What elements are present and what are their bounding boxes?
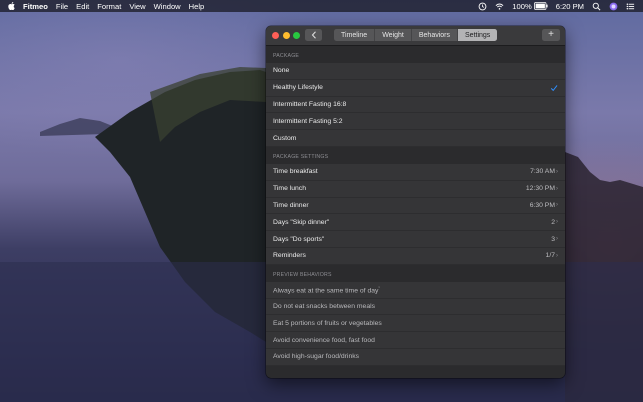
setting-days-skip-dinner[interactable]: Days "Skip dinner" 2 › bbox=[266, 214, 565, 232]
behavior-label: Avoid high-sugar food/drinks bbox=[273, 353, 360, 361]
minimize-button[interactable] bbox=[282, 32, 290, 39]
setting-label: Time lunch bbox=[273, 185, 306, 193]
close-button[interactable] bbox=[272, 32, 279, 39]
tab-weight[interactable]: Weight bbox=[375, 29, 412, 41]
battery-icon[interactable] bbox=[533, 2, 548, 10]
behavior-item: Always eat at the same time of day¹ bbox=[266, 281, 565, 299]
apple-logo-icon[interactable] bbox=[8, 2, 15, 10]
tab-behaviors[interactable]: Behaviors bbox=[412, 29, 459, 41]
package-option-label: Custom bbox=[273, 134, 297, 142]
add-button[interactable]: + bbox=[542, 29, 560, 41]
window-titlebar[interactable]: Timeline Weight Behaviors Settings + bbox=[266, 26, 565, 46]
setting-time-dinner[interactable]: Time dinner 6:30 PM › bbox=[266, 197, 565, 215]
checkmark-icon bbox=[550, 84, 558, 91]
tab-bar: Timeline Weight Behaviors Settings bbox=[334, 29, 498, 41]
chevron-left-icon bbox=[311, 31, 316, 39]
preview-behaviors-header: PREVIEW BEHAVIORS bbox=[266, 264, 565, 282]
package-settings-header: PACKAGE SETTINGS bbox=[266, 146, 565, 164]
chevron-right-icon: › bbox=[556, 252, 558, 259]
package-option-label: Intermittent Fasting 5:2 bbox=[273, 117, 343, 125]
package-option-label: None bbox=[273, 67, 290, 75]
format-menu[interactable]: Format bbox=[97, 2, 121, 11]
menu-bar: Fitmeo File Edit Format View Window Help… bbox=[0, 0, 643, 12]
app-menu[interactable]: Fitmeo bbox=[23, 2, 48, 11]
siri-icon[interactable] bbox=[609, 2, 618, 11]
view-menu[interactable]: View bbox=[129, 2, 145, 11]
setting-reminders[interactable]: Reminders 1/7 › bbox=[266, 247, 565, 265]
behavior-item: Avoid high-sugar food/drinks bbox=[266, 348, 565, 366]
package-option-if-5-2[interactable]: Intermittent Fasting 5:2 bbox=[266, 113, 565, 131]
setting-label: Time breakfast bbox=[273, 168, 318, 176]
zoom-button[interactable] bbox=[293, 32, 300, 39]
setting-value: 1/7 bbox=[545, 252, 555, 260]
setting-value: 6:30 PM bbox=[529, 201, 555, 209]
setting-label: Reminders bbox=[273, 252, 306, 260]
setting-value: 12:30 PM bbox=[525, 185, 555, 193]
chevron-right-icon: › bbox=[556, 236, 558, 243]
package-option-none[interactable]: None bbox=[266, 63, 565, 80]
behavior-label: Do not eat snacks between meals bbox=[273, 302, 376, 310]
package-option-if-16-8[interactable]: Intermittent Fasting 16:8 bbox=[266, 96, 565, 114]
setting-value: 3 bbox=[551, 235, 555, 243]
back-button[interactable] bbox=[305, 29, 322, 41]
wifi-icon[interactable] bbox=[495, 2, 504, 11]
package-section-header: PACKAGE bbox=[266, 46, 565, 63]
window-controls bbox=[272, 32, 304, 39]
help-menu[interactable]: Help bbox=[189, 2, 205, 11]
package-option-healthy-lifestyle[interactable]: Healthy Lifestyle bbox=[266, 79, 565, 97]
behavior-label: Always eat at the same time of day bbox=[273, 287, 379, 295]
behavior-label: Eat 5 portions of fruits or vegetables bbox=[273, 319, 382, 327]
setting-value: 2 bbox=[551, 218, 555, 226]
chevron-right-icon: › bbox=[556, 185, 558, 192]
chevron-right-icon: › bbox=[556, 168, 558, 175]
setting-label: Days "Do sports" bbox=[273, 235, 325, 243]
behavior-item: Avoid convenience food, fast food bbox=[266, 332, 565, 349]
setting-value: 7:30 AM bbox=[530, 168, 555, 176]
setting-days-do-sports[interactable]: Days "Do sports" 3 › bbox=[266, 231, 565, 248]
setting-time-breakfast[interactable]: Time breakfast 7:30 AM › bbox=[266, 163, 565, 181]
behavior-item: Do not eat snacks between meals bbox=[266, 298, 565, 316]
chevron-right-icon: › bbox=[556, 202, 558, 209]
package-option-custom[interactable]: Custom bbox=[266, 130, 565, 147]
tab-settings[interactable]: Settings bbox=[458, 29, 498, 41]
time-machine-icon[interactable] bbox=[478, 2, 487, 11]
edit-menu[interactable]: Edit bbox=[76, 2, 89, 11]
notification-center-icon[interactable] bbox=[626, 2, 635, 11]
setting-label: Days "Skip dinner" bbox=[273, 218, 330, 226]
setting-label: Time dinner bbox=[273, 201, 309, 209]
setting-time-lunch[interactable]: Time lunch 12:30 PM › bbox=[266, 180, 565, 198]
behavior-label: Avoid convenience food, fast food bbox=[273, 336, 375, 344]
tab-timeline[interactable]: Timeline bbox=[334, 29, 376, 41]
battery-percentage: 100% bbox=[512, 1, 532, 11]
chevron-right-icon: › bbox=[556, 219, 558, 226]
file-menu[interactable]: File bbox=[56, 2, 68, 11]
fitmeo-window: Timeline Weight Behaviors Settings + PAC… bbox=[266, 26, 565, 378]
behavior-footnote-mark: ¹ bbox=[378, 285, 380, 291]
behavior-item: Eat 5 portions of fruits or vegetables bbox=[266, 315, 565, 333]
package-option-label: Intermittent Fasting 16:8 bbox=[273, 100, 347, 108]
package-option-label: Healthy Lifestyle bbox=[273, 84, 323, 92]
spotlight-search-icon[interactable] bbox=[592, 2, 601, 11]
window-menu[interactable]: Window bbox=[154, 2, 181, 11]
clock[interactable]: 6:20 PM bbox=[556, 2, 584, 11]
